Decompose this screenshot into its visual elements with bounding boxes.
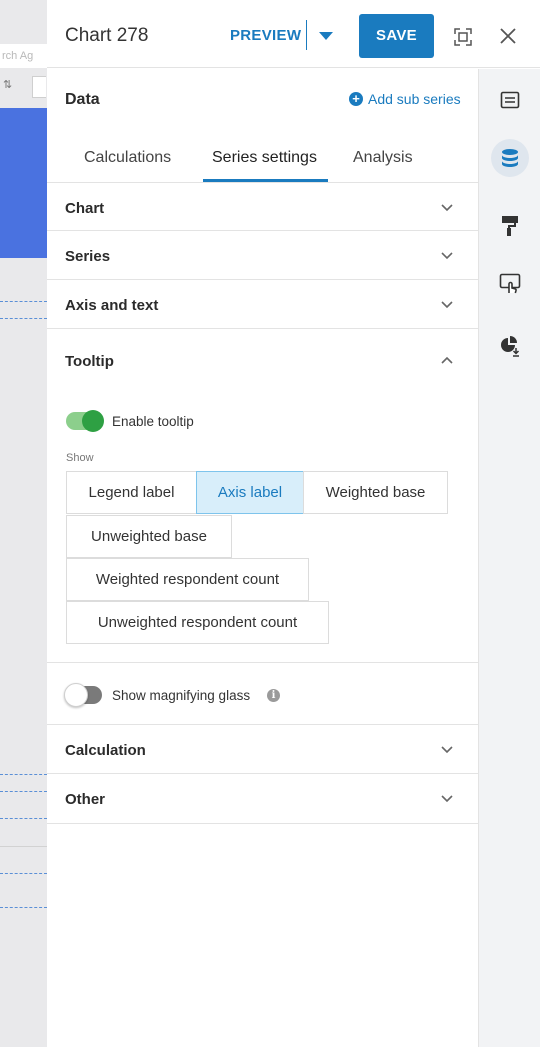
toggle-knob [82,410,104,432]
chevron-down-icon [441,301,453,309]
section-series-title: Series [65,248,111,265]
section-chart-title: Chart [65,200,105,217]
enable-tooltip-toggle[interactable] [66,410,104,432]
chevron-down-icon [441,204,453,212]
background-gridline [0,301,47,302]
rail-item-export[interactable] [491,327,529,365]
expand-icon[interactable] [453,27,473,52]
save-button[interactable]: SAVE [359,14,434,58]
background-search-input: rch Ag [0,44,47,68]
chevron-down-icon [441,252,453,260]
rail-item-text[interactable] [491,81,529,119]
chevron-down-icon [441,746,453,754]
caret-down-icon[interactable] [319,32,333,40]
background-divider [0,846,47,847]
editor-side-rail [478,69,540,1047]
section-axis-text[interactable]: Axis and text [47,280,478,329]
pie-chart-download-icon [501,336,520,357]
option-axis-label[interactable]: Axis label [196,471,304,514]
touch-pointer-icon [499,273,521,294]
section-series[interactable]: Series [47,231,478,280]
magnifying-glass-toggle[interactable] [64,683,102,707]
text-box-icon [500,91,520,109]
section-calculation-title: Calculation [65,742,146,759]
option-unweighted-respondent-count[interactable]: Unweighted respondent count [66,601,329,644]
info-icon[interactable]: i [267,689,280,702]
editor-header: Chart 278 PREVIEW SAVE [47,0,540,68]
chart-title[interactable]: Chart 278 [65,25,148,47]
background-gridline [0,907,47,908]
section-axis-text-title: Axis and text [65,297,159,314]
background-gridline [0,791,47,792]
background-gridline [0,818,47,819]
data-panel-title: Data [65,91,100,108]
data-tabs: Calculations Series settings Analysis [47,129,478,183]
rail-item-style[interactable] [491,207,529,245]
tab-series-settings[interactable]: Series settings [212,149,317,167]
show-label: Show [66,452,94,464]
section-other[interactable]: Other [47,774,478,824]
paint-roller-icon [502,216,518,236]
close-icon[interactable] [499,27,517,50]
rail-item-data[interactable] [491,139,529,177]
tab-calculations[interactable]: Calculations [84,149,171,167]
data-panel-header: Data + Add sub series [47,69,478,129]
option-weighted-base[interactable]: Weighted base [303,471,448,514]
add-sub-series-button[interactable]: + Add sub series [349,91,461,107]
background-gridline [0,873,47,874]
section-tooltip-title[interactable]: Tooltip [65,353,114,370]
preview-button[interactable]: PREVIEW [230,27,301,44]
database-icon [502,149,518,167]
option-legend-label[interactable]: Legend label [66,471,197,514]
option-weighted-respondent-count[interactable]: Weighted respondent count [66,558,309,601]
add-sub-series-label: Add sub series [368,91,461,107]
section-chart[interactable]: Chart [47,183,478,231]
magnifying-glass-label: Show magnifying glass [112,688,251,703]
enable-tooltip-label: Enable tooltip [112,414,194,429]
chevron-up-icon[interactable] [440,356,454,365]
option-unweighted-base[interactable]: Unweighted base [66,515,232,558]
background-sort-icon: ⇅ [3,79,13,91]
chevron-down-icon [441,795,453,803]
rail-item-interaction[interactable] [491,265,529,303]
active-tab-indicator [203,179,328,182]
background-bar [0,108,47,258]
plus-circle-icon: + [349,92,363,106]
preview-separator [306,20,307,50]
toggle-knob [64,683,88,707]
tab-analysis[interactable]: Analysis [353,149,413,167]
section-other-title: Other [65,791,106,808]
section-calculation[interactable]: Calculation [47,725,478,774]
background-gridline [0,318,47,319]
background-box [32,76,46,98]
background-gridline [0,774,47,775]
background-page: rch Ag ⇅ [0,0,47,1047]
